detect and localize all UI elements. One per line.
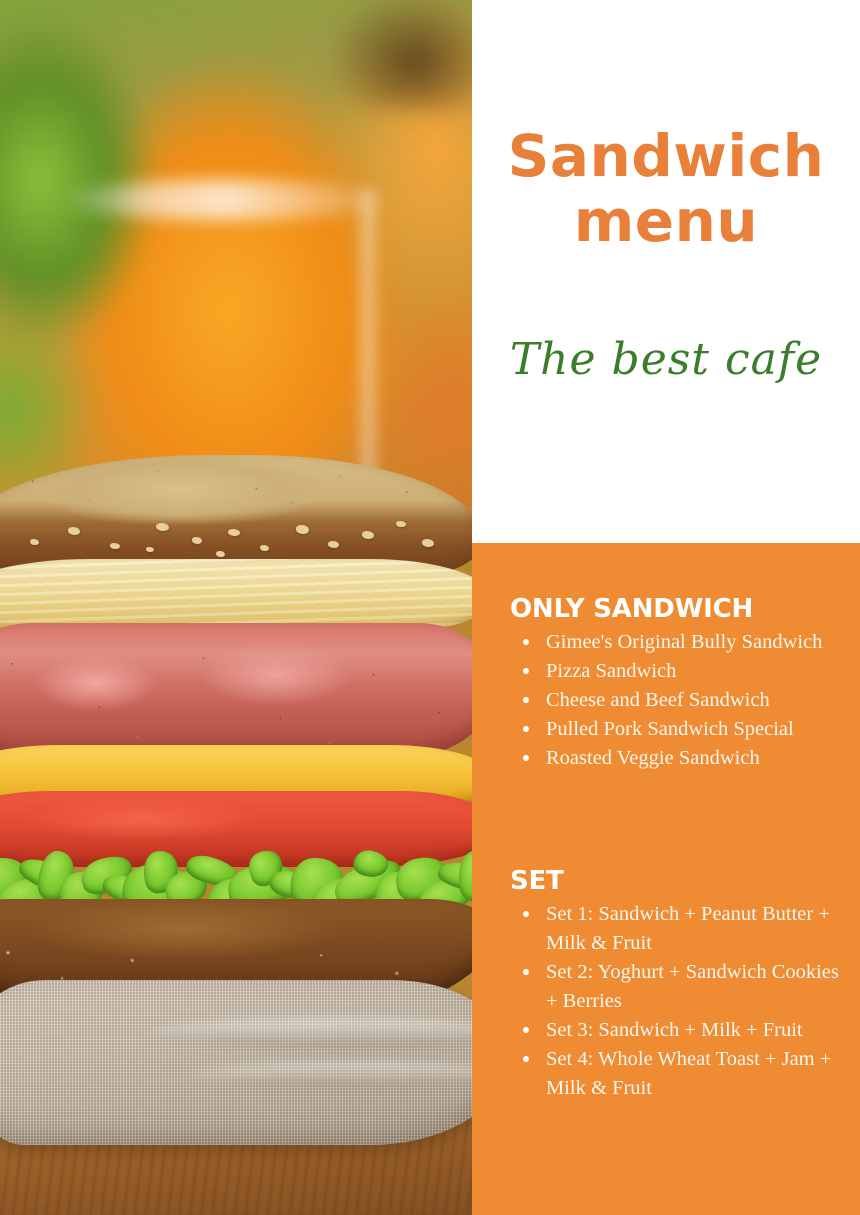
title-line-2: menu (573, 186, 759, 255)
oat-flake (156, 523, 169, 531)
oat-flake (396, 521, 406, 527)
oat-flake (30, 539, 39, 545)
page-title: Sandwich menu (472, 124, 860, 254)
menu-poster: Sandwich menu The best cafe ONLY SANDWIC… (0, 0, 860, 1215)
oat-flake (362, 531, 374, 539)
menu-item: Pizza Sandwich (510, 657, 840, 686)
juice-glass-edge (355, 190, 381, 490)
oat-flake (192, 537, 202, 544)
menu-item: Set 4: Whole Wheat Toast + Jam + Milk & … (510, 1045, 840, 1103)
oat-flake (68, 527, 80, 535)
juice-glass-rim (60, 180, 390, 220)
menu-item: Pulled Pork Sandwich Special (510, 715, 840, 744)
section-heading: SET (510, 866, 564, 896)
header-white-panel (472, 0, 860, 543)
page-subtitle: The best cafe (509, 334, 823, 385)
oat-flake (228, 529, 240, 536)
section-only-sandwich: ONLY SANDWICH Gimee's Original Bully San… (510, 594, 840, 773)
sandwich-stack (0, 455, 472, 1055)
oat-flake (328, 541, 339, 548)
section-heading: ONLY SANDWICH (510, 594, 754, 624)
oat-flake (422, 539, 434, 547)
oat-flake (146, 547, 154, 552)
oat-flake (260, 545, 269, 551)
oat-flake (296, 525, 309, 534)
set-list: Set 1: Sandwich + Peanut Butter + Milk &… (510, 900, 840, 1103)
only-sandwich-list: Gimee's Original Bully Sandwich Pizza San… (510, 628, 840, 773)
oat-flake (216, 551, 225, 557)
ham-layer (0, 623, 472, 759)
title-line-1: Sandwich (507, 122, 825, 190)
sandwich-photo (0, 0, 472, 1215)
menu-item: Set 3: Sandwich + Milk + Fruit (510, 1016, 840, 1045)
lettuce-leaf (459, 851, 472, 901)
oat-flake (110, 543, 120, 549)
menu-item: Set 2: Yoghurt + Sandwich Cookies + Berr… (510, 958, 840, 1016)
menu-item: Cheese and Beef Sandwich (510, 686, 840, 715)
background-shadow (330, 0, 472, 110)
menu-item: Roasted Veggie Sandwich (510, 744, 840, 773)
menu-item: Gimee's Original Bully Sandwich (510, 628, 840, 657)
menu-item: Set 1: Sandwich + Peanut Butter + Milk &… (510, 900, 840, 958)
section-set: SET Set 1: Sandwich + Peanut Butter + Mi… (510, 866, 840, 1103)
